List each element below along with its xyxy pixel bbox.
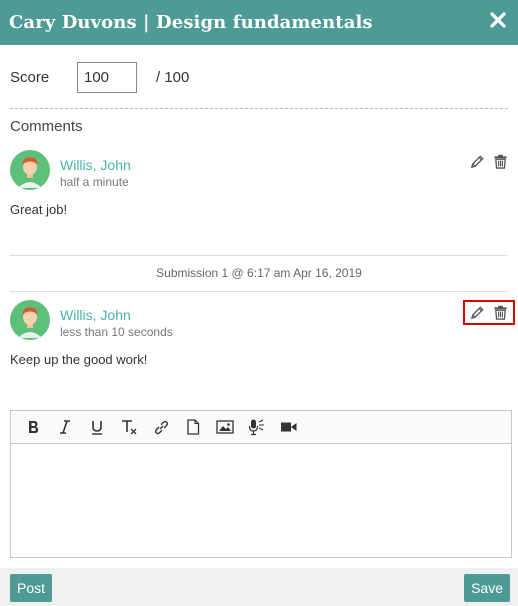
comment-actions — [463, 300, 515, 325]
close-icon[interactable] — [488, 10, 508, 30]
editor-textarea[interactable] — [11, 444, 511, 557]
video-icon[interactable] — [273, 413, 305, 441]
dialog-title: Cary Duvons | Design fundamentals — [9, 12, 373, 33]
comment-text: Keep up the good work! — [10, 352, 148, 367]
link-icon[interactable] — [145, 413, 177, 441]
comment-item: Willis, John less than 10 seconds Keep u… — [10, 300, 515, 380]
comment-text: Great job! — [10, 202, 68, 217]
comment-actions — [470, 154, 508, 169]
divider — [10, 255, 508, 256]
avatar — [10, 150, 50, 190]
save-button[interactable]: Save — [464, 574, 510, 602]
comment-author-link[interactable]: Willis, John — [60, 157, 131, 173]
pencil-icon[interactable] — [470, 154, 485, 169]
post-button[interactable]: Post — [10, 574, 53, 602]
trash-icon[interactable] — [493, 154, 508, 169]
dialog-footer: Post Save — [0, 568, 518, 606]
underline-icon[interactable] — [81, 413, 113, 441]
comment-time: less than 10 seconds — [60, 325, 173, 339]
score-input[interactable] — [77, 61, 137, 93]
score-max: / 100 — [156, 68, 190, 86]
comment-author-link[interactable]: Willis, John — [60, 307, 131, 323]
dialog-header: Cary Duvons | Design fundamentals — [0, 0, 518, 45]
comment-editor — [10, 410, 512, 558]
divider — [10, 108, 508, 109]
comment-item: Willis, John half a minute Great job! — [10, 150, 508, 230]
trash-icon[interactable] — [493, 305, 508, 320]
image-icon[interactable] — [209, 413, 241, 441]
score-row: Score / 100 — [10, 61, 508, 93]
comment-time: half a minute — [60, 175, 129, 189]
comments-heading: Comments — [10, 118, 83, 135]
divider — [10, 291, 508, 292]
file-icon[interactable] — [177, 413, 209, 441]
submission-label: Submission 1 @ 6:17 am Apr 16, 2019 — [156, 266, 362, 280]
bold-icon[interactable] — [17, 413, 49, 441]
italic-icon[interactable] — [49, 413, 81, 441]
pencil-icon[interactable] — [470, 305, 485, 320]
avatar — [10, 300, 50, 340]
score-label: Score — [10, 68, 50, 86]
clear-format-icon[interactable] — [113, 413, 145, 441]
microphone-icon[interactable] — [241, 413, 273, 441]
editor-toolbar — [11, 411, 511, 444]
